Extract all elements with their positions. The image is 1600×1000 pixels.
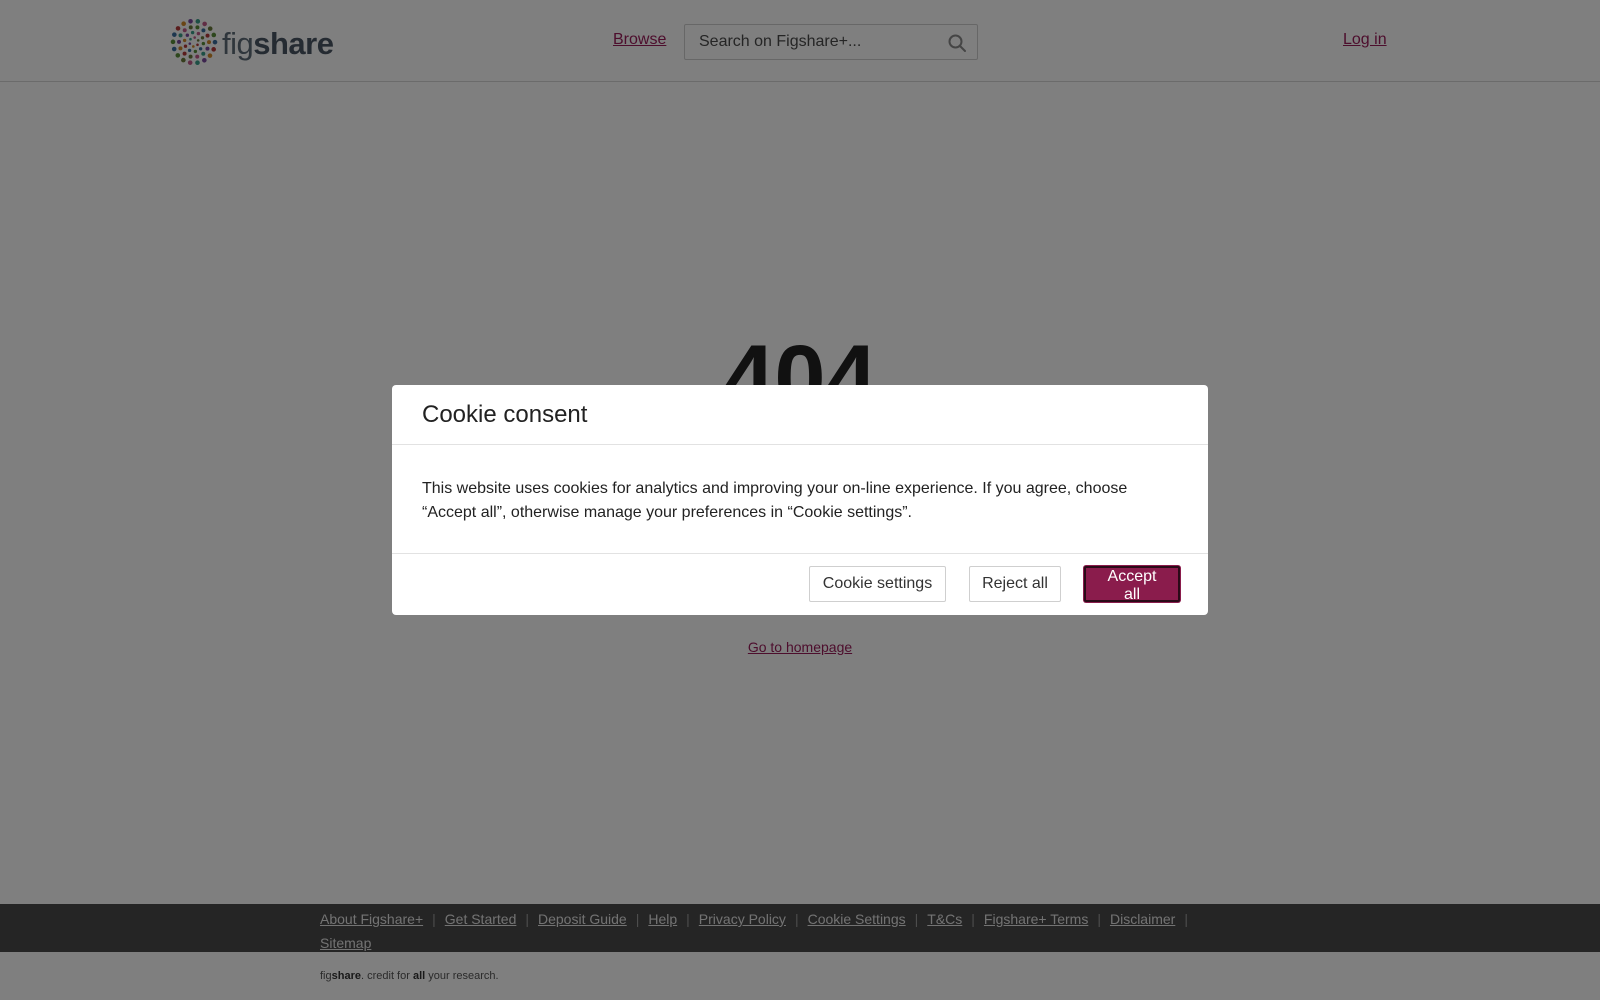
page: figshare Browse Log in 404 The page you … (0, 0, 1600, 1000)
reject-all-button[interactable]: Reject all (969, 566, 1061, 602)
cookie-dialog-header: Cookie consent (392, 385, 1208, 445)
cookie-consent-dialog: Cookie consent This website uses cookies… (392, 385, 1208, 615)
cookie-dialog-body: This website uses cookies for analytics … (392, 445, 1208, 554)
cookie-settings-button[interactable]: Cookie settings (809, 566, 946, 602)
cookie-dialog-title: Cookie consent (422, 400, 588, 428)
cookie-dialog-footer: Cookie settings Reject all Accept all (392, 554, 1208, 615)
accept-all-button[interactable]: Accept all (1084, 566, 1180, 603)
